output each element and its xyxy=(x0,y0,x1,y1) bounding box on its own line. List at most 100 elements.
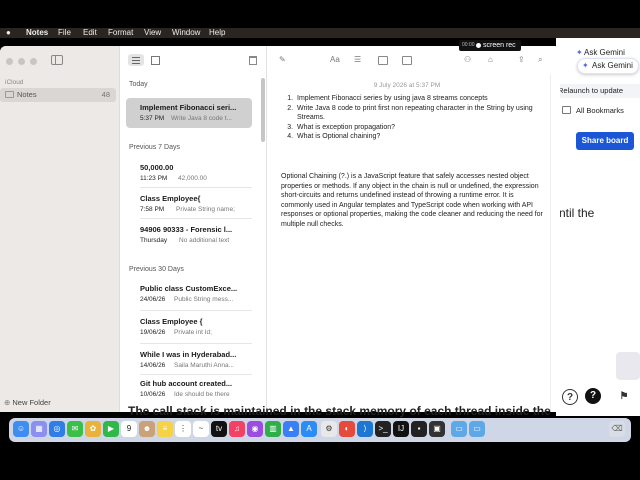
note-item[interactable]: Implement Fibonacci seri... 5:37 PM Writ… xyxy=(126,98,252,128)
record-icon xyxy=(476,43,481,48)
messages-icon[interactable]: ✉ xyxy=(67,421,83,437)
calendar-icon[interactable]: 9 xyxy=(121,421,137,437)
note-preview: Private int Id; xyxy=(174,329,212,336)
sidebar-item-notes[interactable]: Notes 48 xyxy=(0,88,116,102)
list-line xyxy=(132,60,140,61)
photos-icon[interactable]: ✿ xyxy=(85,421,101,437)
settings-icon[interactable]: ⚙ xyxy=(321,421,337,437)
gallery-view-icon[interactable] xyxy=(151,56,160,65)
recaptcha-badge xyxy=(616,352,640,380)
menu-edit[interactable]: Edit xyxy=(83,28,97,38)
note-item[interactable]: Public class CustomExce... 24/06/26 Publ… xyxy=(126,279,252,309)
zoom-window-icon[interactable] xyxy=(30,58,37,65)
folder-icon xyxy=(5,91,14,98)
share-icon[interactable]: ⇪ xyxy=(518,55,525,64)
note-item[interactable]: 94906 90333 - Forensic l... Thursday No … xyxy=(126,220,252,250)
trash-icon[interactable]: ⌫ xyxy=(609,421,625,437)
note-preview: Public String mess... xyxy=(174,296,234,303)
note-preview: Saila Maruthi Anna... xyxy=(174,362,234,369)
notes-list-pane: Today Implement Fibonacci seri... 5:37 P… xyxy=(121,46,267,412)
numbers-icon[interactable]: ▥ xyxy=(265,421,281,437)
note-item[interactable]: Git hub account created... 10/06/26 Ide … xyxy=(126,374,252,404)
ask-gemini-top[interactable]: Ask Gemini xyxy=(584,48,625,57)
sidebar-toggle-icon[interactable] xyxy=(51,55,63,65)
help-outline-icon[interactable]: ? xyxy=(562,389,578,405)
screen-recorder-badge[interactable]: 00:00 screen rec xyxy=(459,40,521,51)
list-item: Implement Fibonacci series by using java… xyxy=(295,94,551,104)
intellij-icon[interactable]: IJ xyxy=(393,421,409,437)
note-editor[interactable]: ✎ Aa ☰ ⚇ ⌂ ⇪ ⌕ 9 July 2026 at 5:37 PM Im… xyxy=(268,46,560,412)
app-store-icon[interactable]: A xyxy=(301,421,317,437)
note-date-header: 9 July 2026 at 5:37 PM xyxy=(373,82,441,89)
note-date: Thursday xyxy=(140,237,168,244)
flag-icon[interactable]: ⚑ xyxy=(616,389,632,405)
help-icon[interactable]: ? xyxy=(585,388,601,404)
all-bookmarks[interactable]: All Bookmarks xyxy=(576,106,624,115)
search-icon[interactable]: ⌕ xyxy=(538,55,542,65)
ask-gemini-button[interactable]: ✦ Ask Gemini xyxy=(577,58,639,74)
note-title: 50,000.00 xyxy=(140,163,174,172)
vscode-icon[interactable]: ⟩ xyxy=(357,421,373,437)
gemini-spark-icon: ✦ xyxy=(576,48,583,57)
safari-icon[interactable]: ◎ xyxy=(49,421,65,437)
podcasts-icon[interactable]: ◉ xyxy=(247,421,263,437)
note-date: 14/06/26 xyxy=(140,362,166,369)
trash-icon[interactable] xyxy=(249,56,257,65)
menu-help[interactable]: Help xyxy=(209,28,225,38)
section-previous-7-days: Previous 7 Days xyxy=(129,144,180,151)
music-icon[interactable]: ♫ xyxy=(229,421,245,437)
new-folder-button[interactable]: ⊕ New Folder xyxy=(4,398,51,407)
note-item[interactable]: Class Employee{ 7:58 PM Private String n… xyxy=(126,189,252,219)
notes-icon[interactable]: ≡ xyxy=(157,421,173,437)
preview-icon[interactable]: ▣ xyxy=(429,421,445,437)
downloads-icon[interactable]: ▭ xyxy=(469,421,485,437)
table-icon[interactable] xyxy=(378,56,388,65)
chrome-icon[interactable]: ◐ xyxy=(339,421,355,437)
compose-icon[interactable]: ✎ xyxy=(279,55,286,64)
contacts-icon[interactable]: ☻ xyxy=(139,421,155,437)
list-line xyxy=(132,63,140,64)
note-title: Implement Fibonacci seri... xyxy=(140,103,237,112)
menu-bar: ● Notes File Edit Format View Window Hel… xyxy=(0,28,640,38)
tv-icon[interactable]: tv xyxy=(211,421,227,437)
new-folder-label: New Folder xyxy=(12,398,51,407)
section-today: Today xyxy=(129,81,148,88)
freeform-icon[interactable]: ~ xyxy=(193,421,209,437)
menu-app-name[interactable]: Notes xyxy=(26,28,48,38)
media-icon[interactable] xyxy=(402,56,412,65)
menu-window[interactable]: Window xyxy=(172,28,200,38)
divider xyxy=(140,310,252,311)
note-item[interactable]: Class Employee { 19/06/26 Private int Id… xyxy=(126,312,252,342)
keynote-icon[interactable]: ▲ xyxy=(283,421,299,437)
launchpad-icon[interactable]: ▦ xyxy=(31,421,47,437)
note-item[interactable]: While I was in Hyderabad... 14/06/26 Sai… xyxy=(126,345,252,375)
list-item: What is Optional chaining? xyxy=(295,132,551,142)
minimize-window-icon[interactable] xyxy=(18,58,25,65)
editor-scroll-track xyxy=(550,74,551,410)
close-window-icon[interactable] xyxy=(6,58,13,65)
checklist-icon[interactable]: ☰ xyxy=(354,55,361,64)
menu-view[interactable]: View xyxy=(144,28,161,38)
finder-icon[interactable]: ☺ xyxy=(13,421,29,437)
note-date: 11:23 PM xyxy=(140,175,168,182)
reminders-icon[interactable]: ⋮ xyxy=(175,421,191,437)
note-item[interactable]: 50,000.00 11:23 PM 42,000.00 xyxy=(126,158,252,188)
list-view-icon[interactable] xyxy=(128,54,144,66)
folder-count: 48 xyxy=(101,90,110,99)
apple-icon[interactable]: ● xyxy=(6,28,11,38)
terminal2-icon[interactable]: ▪ xyxy=(411,421,427,437)
menu-file[interactable]: File xyxy=(58,28,71,38)
note-title: Class Employee { xyxy=(140,317,203,326)
divider xyxy=(140,343,252,344)
list-scrollbar[interactable] xyxy=(261,78,265,142)
share-board-button[interactable]: Share board xyxy=(576,132,634,150)
terminal-icon[interactable]: >_ xyxy=(375,421,391,437)
facetime-icon[interactable]: ▶ xyxy=(103,421,119,437)
lock-icon[interactable]: ⌂ xyxy=(488,55,493,64)
background-page-text: The call stack is maintained in the stac… xyxy=(128,404,551,418)
folder-icon[interactable]: ▭ xyxy=(451,421,467,437)
menu-format[interactable]: Format xyxy=(108,28,133,38)
collaborate-icon[interactable]: ⚇ xyxy=(464,55,471,64)
format-text-icon[interactable]: Aa xyxy=(330,55,340,64)
relaunch-to-update-button[interactable]: Relaunch to update xyxy=(556,84,640,98)
